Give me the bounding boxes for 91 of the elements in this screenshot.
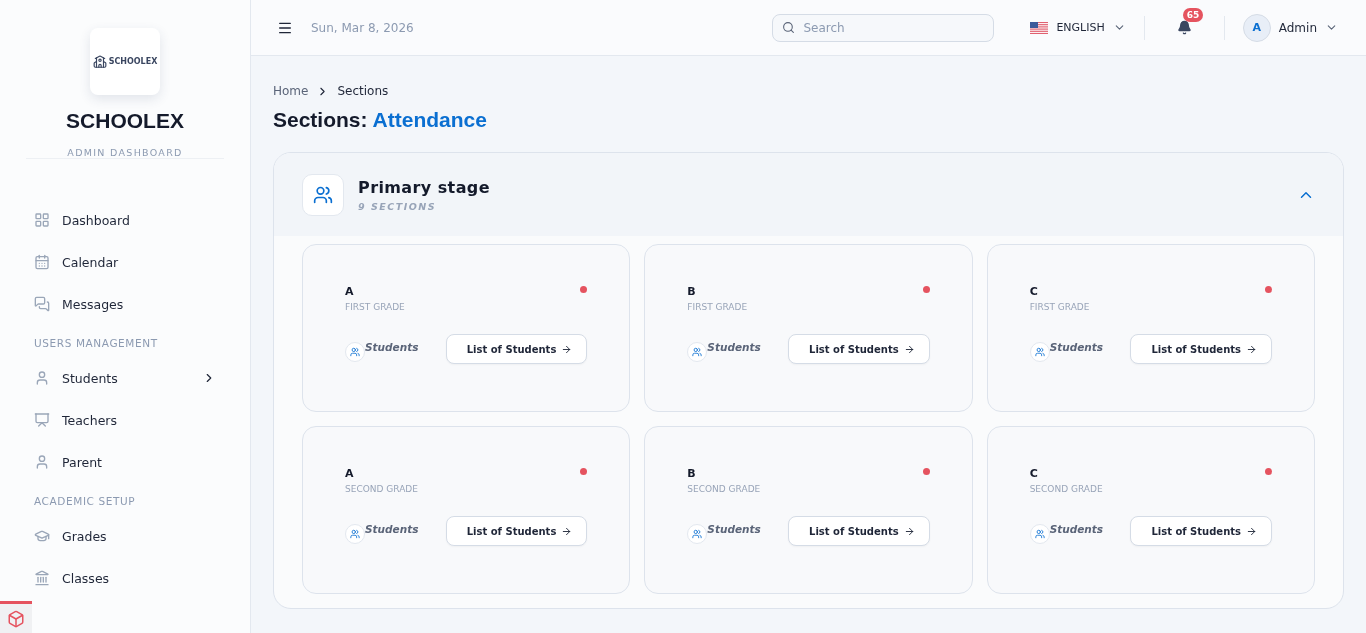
- language-selector[interactable]: ENGLISH: [1030, 21, 1126, 34]
- sidebar-item[interactable]: Teachers: [34, 399, 250, 441]
- students-icon: [687, 342, 708, 362]
- person-icon: [34, 454, 50, 470]
- section-name: B: [687, 467, 696, 480]
- status-dot: [1265, 468, 1272, 475]
- section-count: 9 SECTIONS: [358, 200, 438, 212]
- list-students-button[interactable]: List of Students: [788, 516, 930, 546]
- students-label: Students: [365, 341, 419, 353]
- arrow-right-icon: [561, 525, 573, 537]
- status-dot: [580, 468, 588, 475]
- students-label: Students: [1049, 523, 1104, 535]
- students-label: Students: [365, 523, 419, 535]
- dashboard-icon: [34, 212, 50, 228]
- cube-icon: [7, 609, 25, 628]
- section-name: C: [1029, 467, 1038, 480]
- sidebar-item-label: Messages: [62, 296, 125, 312]
- sidebar-item[interactable]: Grades: [34, 515, 250, 557]
- brand-name: SCHOOLEX: [66, 109, 184, 133]
- building-icon: [34, 570, 50, 586]
- stage-header[interactable]: Primary stage 9 SECTIONS: [274, 153, 1343, 236]
- section-name: A: [345, 285, 354, 298]
- sidebar-item[interactable]: Calendar: [34, 241, 250, 283]
- arrow-right-icon: [1246, 525, 1257, 537]
- breadcrumb-link[interactable]: Home: [273, 84, 309, 98]
- chat-bubbles-icon: [34, 296, 50, 312]
- students-label: Students: [707, 341, 761, 353]
- arrow-right-icon: [903, 525, 915, 537]
- students-icon: [345, 524, 365, 544]
- arrow-right-icon: [1246, 343, 1257, 355]
- sidebar-item-label: Classes: [62, 570, 111, 586]
- sidebar-item-label: Parent: [62, 454, 103, 470]
- avatar: A: [1242, 13, 1271, 42]
- sidebar-item-label: Teachers: [62, 412, 118, 428]
- grade-label: FIRST GRADE: [687, 302, 748, 312]
- section-name: C: [1029, 285, 1038, 298]
- nav-section-heading: ACADEMIC SETUP: [34, 494, 137, 509]
- search-field[interactable]: Search: [772, 13, 995, 42]
- graduation-cap-icon: [34, 528, 50, 544]
- sidebar-item-label: Calendar: [62, 254, 120, 270]
- sidebar-item[interactable]: Parent: [34, 441, 250, 483]
- students-icon: [687, 524, 708, 544]
- grade-label: SECOND GRADE: [1029, 484, 1103, 494]
- school-icon: [92, 54, 107, 69]
- list-students-button[interactable]: List of Students: [445, 334, 588, 364]
- sidebar-item-label: Grades: [62, 528, 108, 544]
- students-label: Students: [1049, 341, 1104, 353]
- list-students-button[interactable]: List of Students: [445, 516, 588, 546]
- notification-count: 65: [1182, 8, 1204, 22]
- grade-label: SECOND GRADE: [687, 484, 761, 494]
- section-name: A: [345, 467, 354, 480]
- board-icon: [34, 412, 50, 428]
- sidebar-item-label: Students: [62, 370, 119, 386]
- list-students-button[interactable]: List of Students: [1130, 516, 1272, 546]
- group-icon: [313, 184, 333, 205]
- grade-label: FIRST GRADE: [1029, 302, 1090, 312]
- status-dot: [922, 468, 930, 475]
- arrow-right-icon: [561, 343, 573, 355]
- debug-toggle[interactable]: [0, 601, 32, 633]
- person-icon: [34, 370, 50, 386]
- brand-subtitle: ADMIN DASHBOARD: [67, 147, 183, 158]
- students-icon: [345, 342, 365, 362]
- bell-icon: [1176, 20, 1192, 35]
- sidebar-item-label: Dashboard: [62, 212, 131, 228]
- status-dot: [922, 286, 930, 293]
- flag-icon: [1030, 21, 1049, 34]
- students-label: Students: [707, 523, 761, 535]
- sidebar-item[interactable]: Messages: [34, 283, 250, 325]
- section-name: B: [687, 285, 696, 298]
- grade-label: FIRST GRADE: [345, 302, 405, 312]
- status-dot: [580, 286, 588, 293]
- list-students-button[interactable]: List of Students: [788, 334, 930, 364]
- students-icon: [1029, 524, 1050, 544]
- arrow-right-icon: [903, 343, 915, 355]
- current-date: Sun, Mar 8, 2026: [311, 20, 415, 35]
- list-students-button[interactable]: List of Students: [1130, 334, 1272, 364]
- calendar-icon: [34, 254, 50, 270]
- nav-section-heading: USERS MANAGEMENT: [34, 336, 159, 351]
- breadcrumb-link[interactable]: Sections: [337, 84, 389, 98]
- status-dot: [1265, 286, 1272, 293]
- grade-label: SECOND GRADE: [345, 484, 418, 494]
- logo-text: SCHOOLEX: [108, 57, 158, 66]
- sidebar-item[interactable]: Dashboard: [34, 199, 250, 241]
- sidebar-item[interactable]: Classes: [34, 557, 250, 599]
- sidebar-item[interactable]: Students: [34, 357, 250, 399]
- notifications-button[interactable]: [1176, 20, 1192, 35]
- stage-title: Primary stage: [358, 177, 491, 197]
- user-menu[interactable]: A Admin: [1242, 13, 1338, 42]
- students-icon: [1029, 342, 1050, 362]
- search-icon: [782, 20, 796, 34]
- page-title: Sections: Attendance: [273, 108, 488, 132]
